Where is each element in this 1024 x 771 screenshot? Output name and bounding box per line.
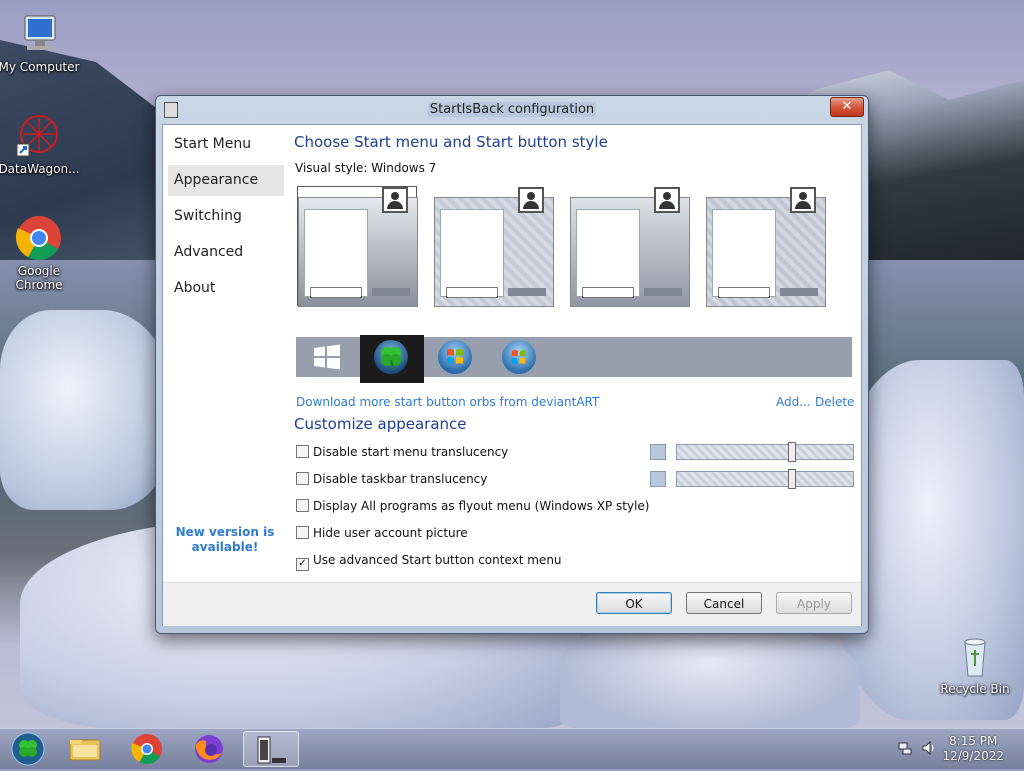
dialog-footer: OK Cancel Apply	[163, 582, 861, 626]
clover-icon	[381, 347, 401, 371]
checkbox[interactable]	[296, 526, 309, 539]
desktop-icon-my-computer[interactable]: My Computer	[0, 10, 80, 74]
firefox-icon	[195, 735, 223, 763]
visual-style-label: Visual style:	[295, 161, 368, 175]
taskbar-firefox[interactable]	[184, 731, 234, 767]
ok-button[interactable]: OK	[596, 592, 672, 614]
dialog-client-area: Start Menu Appearance Switching Advanced…	[162, 124, 862, 626]
desktop-icon-label: DataWagon...	[0, 162, 80, 176]
windows-flag-icon	[511, 350, 526, 364]
section-heading-customize: Customize appearance	[294, 415, 467, 433]
checkbox-label: Disable start menu translucency	[313, 445, 509, 459]
checkbox-row-start-menu-translucency[interactable]: Disable start menu translucency	[296, 445, 508, 463]
computer-icon	[15, 10, 63, 58]
wallpaper-ice	[0, 310, 170, 510]
clover-orb-icon	[11, 732, 45, 766]
checkbox-label: Disable taskbar translucency	[313, 472, 488, 486]
style-thumbnail-4[interactable]	[706, 187, 826, 307]
user-avatar-icon	[654, 187, 680, 213]
user-avatar-icon	[518, 187, 544, 213]
taskbar: 8:15 PM 12/9/2022	[0, 728, 1024, 769]
desktop-icon-label: Recycle Bin	[940, 682, 1010, 696]
desktop-icon-google-chrome[interactable]: Google Chrome	[0, 214, 80, 292]
wallpaper-ice	[560, 620, 860, 730]
windows-flag-icon	[447, 349, 463, 364]
checkbox[interactable]	[296, 499, 309, 512]
orb-windows-flat[interactable]	[310, 340, 344, 374]
close-icon: ✕	[841, 99, 853, 114]
cancel-button[interactable]: Cancel	[686, 592, 762, 614]
taskbar-color-swatch[interactable]	[650, 471, 666, 487]
sidebar-item-start-menu[interactable]: Start Menu	[168, 129, 284, 160]
orb-clover[interactable]	[374, 340, 408, 374]
slider-handle[interactable]	[788, 469, 796, 489]
taskbar-startisback-config[interactable]	[243, 731, 299, 767]
sidebar-item-advanced[interactable]: Advanced	[168, 237, 284, 268]
datawagon-icon	[15, 112, 63, 160]
checkbox-label: Display All programs as flyout menu (Win…	[313, 499, 650, 513]
checkbox[interactable]	[296, 472, 309, 485]
checkbox-row-all-programs-flyout[interactable]: Display All programs as flyout menu (Win…	[296, 499, 649, 517]
new-version-link[interactable]: New version is available!	[173, 525, 277, 555]
checkbox-checked[interactable]: ✓	[296, 558, 309, 571]
taskbar-translucency-slider[interactable]	[676, 469, 854, 489]
user-avatar-icon	[382, 187, 408, 213]
chrome-icon	[131, 734, 162, 765]
taskbar-explorer[interactable]	[60, 731, 110, 767]
start-menu-color-swatch[interactable]	[650, 444, 666, 460]
desktop-icon-datawagon[interactable]: DataWagon...	[0, 112, 80, 176]
checkbox[interactable]	[296, 445, 309, 458]
startisback-app-icon	[257, 736, 286, 764]
checkbox-label: Use advanced Start button context menu	[313, 553, 562, 567]
sidebar: Start Menu Appearance Switching Advanced…	[163, 125, 285, 580]
checkbox-row-hide-user-picture[interactable]: Hide user account picture	[296, 526, 468, 544]
start-orb-strip	[296, 335, 852, 383]
taskbar-chrome[interactable]	[122, 731, 172, 767]
desktop-icon-recycle-bin[interactable]: Recycle Bin	[934, 632, 1016, 696]
clock-time: 8:15 PM	[949, 734, 998, 748]
visual-style-value: Windows 7	[371, 161, 437, 175]
orb-windows-vista[interactable]	[502, 340, 536, 374]
sidebar-item-appearance[interactable]: Appearance	[168, 165, 284, 196]
clock-date: 12/9/2022	[942, 749, 1004, 763]
add-orb-link[interactable]: Add...	[776, 395, 811, 409]
title-bar[interactable]: StartIsBack configuration ✕	[156, 96, 868, 124]
sidebar-item-switching[interactable]: Switching	[168, 201, 284, 232]
style-thumbnail-3[interactable]	[570, 187, 690, 307]
desktop-icon-label: My Computer	[0, 60, 80, 74]
appearance-panel: Choose Start menu and Start button style…	[287, 125, 861, 580]
style-thumbnail-1[interactable]	[297, 186, 418, 307]
user-avatar-icon	[790, 187, 816, 213]
checkbox-row-advanced-context-menu[interactable]: ✓ Use advanced Start button context menu	[296, 553, 562, 571]
style-thumbnail-2[interactable]	[434, 187, 554, 307]
desktop-icon-label: Google Chrome	[15, 264, 63, 292]
sidebar-item-about[interactable]: About	[168, 273, 284, 304]
apply-button[interactable]: Apply	[776, 592, 852, 614]
start-button[interactable]	[3, 731, 53, 767]
startisback-config-window: StartIsBack configuration ✕ Start Menu A…	[155, 95, 869, 634]
checkbox-row-taskbar-translucency[interactable]: Disable taskbar translucency	[296, 472, 487, 490]
visual-style-row: Visual style: Windows 7	[295, 161, 436, 175]
start-menu-translucency-slider[interactable]	[676, 442, 854, 462]
checkbox-label: Hide user account picture	[313, 526, 468, 540]
window-title: StartIsBack configuration	[427, 102, 597, 117]
slider-handle[interactable]	[788, 442, 796, 462]
windows-logo-icon	[314, 344, 340, 370]
folder-icon	[69, 739, 101, 761]
orb-windows-7[interactable]	[438, 340, 472, 374]
volume-icon[interactable]	[922, 740, 936, 756]
section-heading-style: Choose Start menu and Start button style	[294, 133, 608, 151]
close-button[interactable]: ✕	[830, 97, 864, 117]
recycle-bin-icon	[951, 632, 999, 680]
delete-orb-link[interactable]: Delete	[815, 395, 854, 409]
download-orbs-link[interactable]: Download more start button orbs from dev…	[296, 395, 599, 409]
chrome-icon	[15, 214, 63, 262]
network-icon[interactable]	[898, 741, 912, 755]
system-clock[interactable]: 8:15 PM 12/9/2022	[942, 734, 1004, 764]
